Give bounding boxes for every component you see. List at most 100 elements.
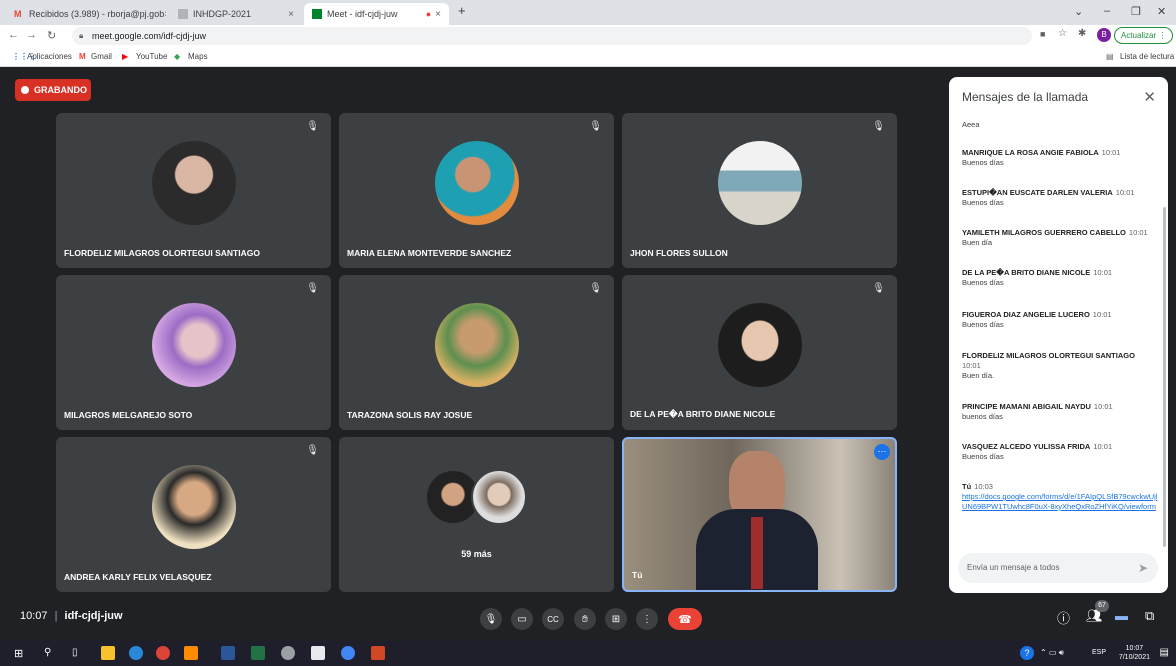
participant-tile[interactable]: 🎙︎ TARAZONA SOLIS RAY JOSUE [339,275,614,430]
message-time: 10:01 [962,361,981,370]
gmail-icon: M [79,52,86,61]
close-icon[interactable]: ✕ [1143,88,1156,106]
help-icon[interactable]: ? [1020,646,1034,660]
meet-controls-bar: 10:07 | idf-cjdj-juw 🎙︎ ▭ CC ✋︎ ⊞ ⋮ ☎︎ ⓘ… [0,600,1176,640]
clock-time: 10:07 [1125,645,1144,652]
excel-icon[interactable] [251,646,265,660]
chat-icon[interactable]: ▬ [1115,608,1128,623]
chat-message: ESTUPI�AN EUSCATE DARLEN VALERIA 10:01 Bue… [962,188,1158,208]
star-icon[interactable]: ☆ [1058,28,1067,39]
chat-scrollbar[interactable] [1163,207,1166,547]
message-sender: FLORDELIZ MILAGROS OLORTEGUI SANTIAGO [962,351,1135,360]
participant-tile[interactable]: 🎙︎ ANDREA KARLY FELIX VELASQUEZ [56,437,331,592]
close-icon[interactable]: × [435,9,441,20]
url-text: meet.google.com/idf-cjdj-juw [92,31,207,41]
message-link[interactable]: https://docs.google.com/forms/d/e/1FAIpQ… [962,492,1158,511]
message-sender: PRINCIPE MAMANI ABIGAIL NAYDU [962,402,1091,411]
forward-icon[interactable]: → [26,29,37,41]
document-icon [178,9,188,19]
participant-tile[interactable]: 🎙︎ JHON FLORES SULLON [622,113,897,268]
message-time: 10:01 [1093,442,1113,451]
windows-start-icon[interactable]: ⊞ [14,647,23,660]
participants-count-badge: 67 [1095,600,1109,612]
reading-list-button[interactable]: Lista de lectura [1120,52,1174,61]
raise-hand-button[interactable]: ✋︎ [574,608,596,630]
chat-title: Mensajes de la llamada [962,90,1089,104]
mic-off-icon: 🎙︎ [589,283,602,294]
participant-tile[interactable]: 🎙︎ DE LA PE�A BRITO DIANE NICOLE [622,275,897,430]
close-icon[interactable]: × [164,9,166,20]
bookmark-youtube[interactable]: YouTube [136,52,167,61]
clock-date: 7/10/2021 [1118,654,1150,661]
participant-tile[interactable]: 🎙︎ FLORDELIZ MILAGROS OLORTEGUI SANTIAGO [56,113,331,268]
record-icon [21,86,29,94]
restore-icon[interactable]: ❐ [1131,5,1141,18]
vlc-icon[interactable] [184,646,198,660]
minimize-icon[interactable]: – [1104,5,1110,17]
more-participants-tile[interactable]: 59 más [339,437,614,592]
meeting-code: idf-cjdj-juw [64,610,123,622]
maps-icon: ◆ [174,52,181,61]
close-icon[interactable]: × [288,9,294,20]
app-icon[interactable] [311,646,325,660]
browser-tab-strip: M Recibidos (3.989) - rborja@pj.gob × IN… [0,0,1176,25]
reload-icon[interactable]: ↻ [47,29,56,42]
more-options-button[interactable]: ⋮ [636,608,658,630]
taskbar-clock[interactable]: 10:07 7/10/2021 [1119,644,1150,662]
avatar [151,464,236,549]
message-text: buenos días [962,412,1003,421]
chrome-icon[interactable] [156,646,170,660]
send-icon[interactable]: ➤ [1138,553,1148,583]
message-time: 10:01 [1115,188,1135,197]
info-icon[interactable]: ⓘ [1057,608,1070,627]
participant-tile[interactable]: 🎙︎ MARIA ELENA MONTEVERDE SANCHEZ [339,113,614,268]
file-explorer-icon[interactable] [101,646,115,660]
more-options-icon[interactable]: ⋯ [874,444,890,460]
powerpoint-icon[interactable] [371,646,385,660]
address-bar[interactable]: 🔒︎ meet.google.com/idf-cjdj-juw [72,27,1032,45]
message-text: Buenos días [962,278,1004,287]
chat-message: Aeea [962,120,1158,130]
extensions-icon[interactable]: ✱ [1078,28,1086,39]
chat-message: PRINCIPE MAMANI ABIGAIL NAYDU 10:01 buenos… [962,402,1158,422]
message-time: 10:01 [1092,310,1112,319]
language-indicator[interactable]: ESP [1092,649,1106,656]
chevron-down-icon[interactable]: ⌄ [1074,5,1083,18]
notifications-icon[interactable]: ▤ [1160,647,1169,658]
tab-meet[interactable]: Meet - idf-cjdj-juw ● × [304,3,449,25]
message-text: Aeea [962,120,980,129]
chat-panel: Mensajes de la llamada ✕ Aeea MANRIQUE L… [949,77,1168,593]
edge-icon[interactable] [129,646,143,660]
chrome-profile-icon[interactable] [281,646,295,660]
microphone-button[interactable]: 🎙︎ [480,608,502,630]
avatar [151,302,236,387]
tray-icons[interactable]: ⌃ ▭ 🔊︎ [1040,648,1064,658]
activities-icon[interactable]: ⧉ [1145,608,1154,624]
message-sender: VASQUEZ ALCEDO YULISSA FRIDA [962,442,1091,451]
update-button[interactable]: Actualizar ⋮ [1114,27,1174,44]
captions-button[interactable]: CC [542,608,564,630]
camera-button[interactable]: ▭ [511,608,533,630]
self-video-tile[interactable]: ⋯ Tú [622,437,897,592]
tab-inhdgp[interactable]: INHDGP-2021 × [170,3,302,25]
participant-tile[interactable]: 🎙︎ MILAGROS MELGAREJO SOTO [56,275,331,430]
new-tab-button[interactable]: + [458,3,466,18]
avatar[interactable]: B [1097,28,1111,42]
chat-input[interactable]: Envía un mensaje a todos ➤ [958,553,1158,583]
back-icon[interactable]: ← [8,29,19,41]
message-text: Buen día [962,238,993,247]
close-window-icon[interactable]: ✕ [1157,5,1166,18]
bookmark-apps[interactable]: Aplicaciones [27,52,72,61]
present-button[interactable]: ⊞ [605,608,627,630]
search-icon[interactable]: ⚲ [44,647,51,658]
participant-name: DE LA PE�A BRITO DIANE NICOLE [630,409,776,419]
more-vert-icon: ⋮ [642,613,652,625]
bookmark-gmail[interactable]: Gmail [91,52,112,61]
camera-icon[interactable]: ■ [1040,29,1045,39]
task-view-icon[interactable]: ▯ [72,647,78,658]
word-icon[interactable] [221,646,235,660]
chrome-active-icon[interactable] [341,646,355,660]
bookmark-maps[interactable]: Maps [188,52,208,61]
leave-call-button[interactable]: ☎︎ [668,608,702,630]
tab-gmail[interactable]: M Recibidos (3.989) - rborja@pj.gob × [6,3,166,25]
